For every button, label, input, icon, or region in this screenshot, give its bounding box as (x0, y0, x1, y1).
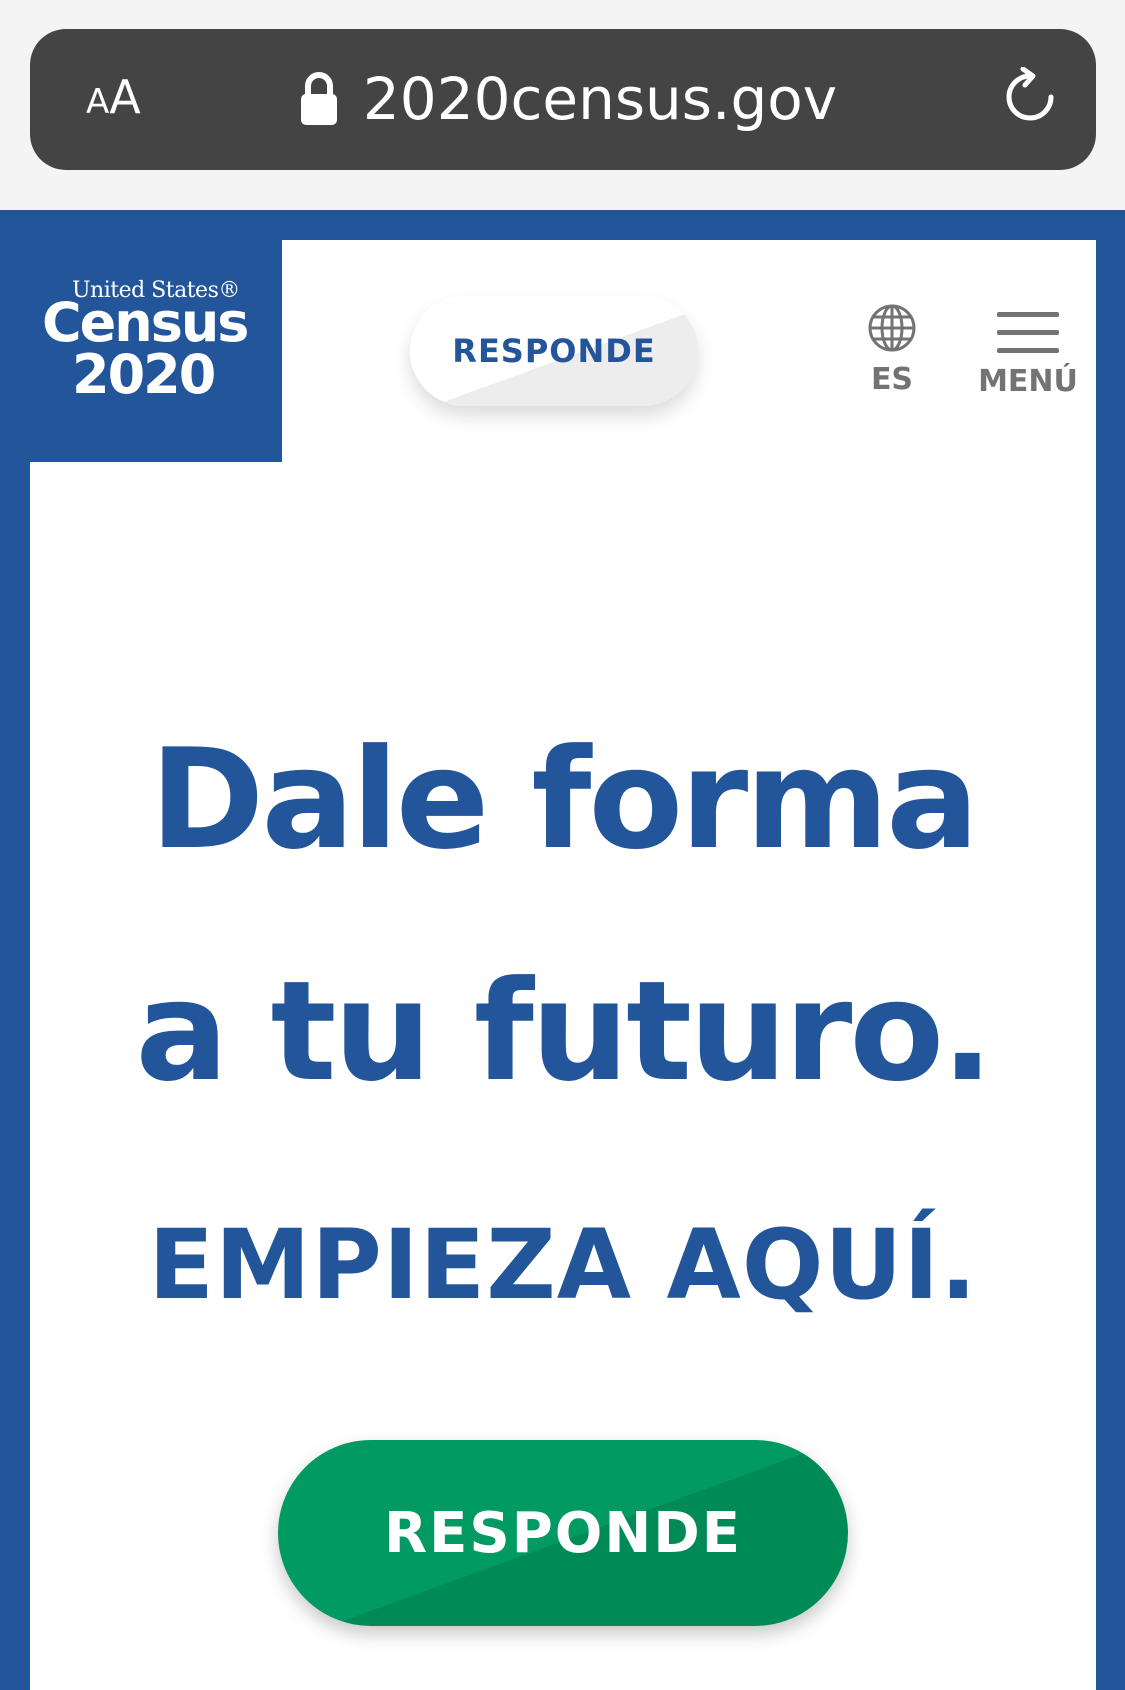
hero-heading-line-1: Dale forma (149, 719, 979, 880)
language-toggle[interactable]: ES (862, 302, 922, 397)
reload-icon[interactable] (1000, 67, 1060, 127)
page-content: United States® Census 2020 RESPONDE ES M… (30, 240, 1096, 1690)
census-logo[interactable]: United States® Census 2020 (30, 240, 282, 462)
hamburger-icon (997, 312, 1059, 353)
logo-census: Census (42, 291, 249, 354)
url-field[interactable]: 2020census.gov (30, 59, 1096, 139)
menu-toggle[interactable]: MENÚ (978, 312, 1078, 399)
address-bar[interactable]: AA 2020census.gov (30, 29, 1096, 170)
url-text: 2020census.gov (362, 65, 838, 133)
page-frame: United States® Census 2020 RESPONDE ES M… (0, 210, 1125, 1690)
language-label: ES (870, 362, 914, 397)
lock-icon (300, 72, 337, 125)
hero-subheading: EMPIEZA AQUÍ. (148, 1209, 978, 1321)
globe-icon (868, 304, 916, 352)
hero-heading-line-2: a tu futuro. (135, 951, 993, 1112)
browser-chrome: AA 2020census.gov (0, 0, 1125, 210)
cta-respond-button[interactable]: RESPONDE (278, 1440, 848, 1626)
logo-year: 2020 (72, 343, 216, 406)
header-respond-button[interactable]: RESPONDE (410, 296, 698, 406)
menu-label: MENÚ (978, 364, 1078, 399)
hero-heading: Dale forma a tu futuro. (30, 684, 1096, 1148)
